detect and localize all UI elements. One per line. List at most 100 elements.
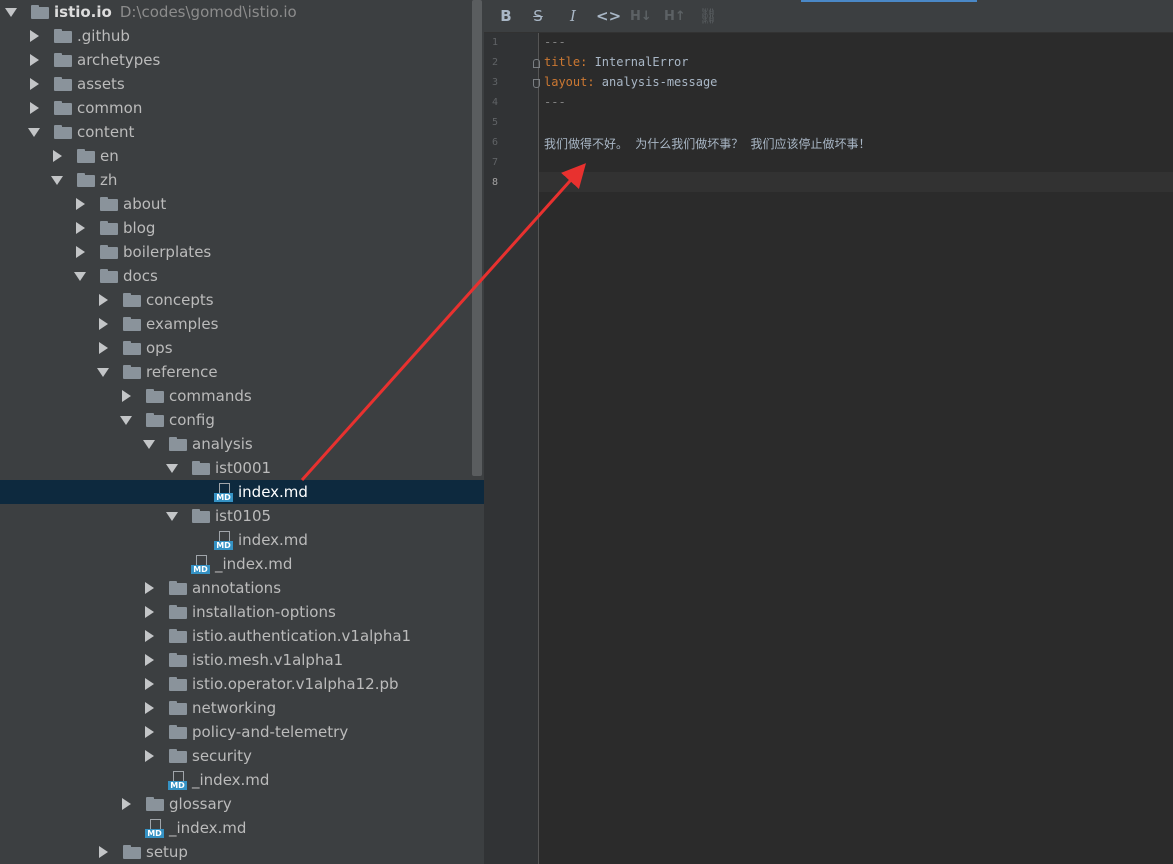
expand-arrow-icon[interactable] [142, 744, 156, 768]
tree-folder-item[interactable]: istio.mesh.v1alpha1 [0, 648, 484, 672]
tree-folder-item[interactable]: ist0105 [0, 504, 484, 528]
tree-file-item[interactable]: MD _index.md [0, 552, 484, 576]
tree-folder-item[interactable]: zh [0, 168, 484, 192]
expand-arrow-icon[interactable] [96, 288, 110, 312]
expand-arrow-icon[interactable] [27, 96, 41, 120]
collapse-arrow-icon[interactable] [165, 504, 179, 528]
expand-arrow-icon[interactable] [96, 336, 110, 360]
md-badge: MD [191, 564, 210, 574]
tree-folder-item[interactable]: commands [0, 384, 484, 408]
fold-marker-icon[interactable] [533, 59, 540, 68]
link-button[interactable]: ⛓ [698, 4, 718, 28]
strikethrough-button[interactable]: S [528, 4, 548, 28]
expand-arrow-icon[interactable] [27, 24, 41, 48]
tree-scrollbar-thumb[interactable] [472, 0, 482, 476]
tree-folder-item[interactable]: en [0, 144, 484, 168]
tree-folder-item[interactable]: ist0001 [0, 456, 484, 480]
tree-item-label: config [169, 411, 215, 429]
expand-arrow-icon[interactable] [119, 792, 133, 816]
tree-item-label: blog [123, 219, 156, 237]
collapse-arrow-icon[interactable] [50, 168, 64, 192]
code-line-text: --- [544, 95, 566, 109]
tree-folder-item[interactable]: setup [0, 840, 484, 864]
tree-folder-item[interactable]: examples [0, 312, 484, 336]
tree-file-item[interactable]: MD index.md [0, 480, 484, 504]
tree-folder-item[interactable]: security [0, 744, 484, 768]
active-tab-indicator [801, 0, 977, 2]
code-line[interactable]: --- [544, 35, 566, 49]
md-badge: MD [214, 540, 233, 550]
tree-folder-item[interactable]: policy-and-telemetry [0, 720, 484, 744]
expand-arrow-icon[interactable] [27, 72, 41, 96]
expand-arrow-icon[interactable] [142, 672, 156, 696]
code-line[interactable]: title: InternalError [544, 55, 689, 69]
expand-arrow-icon[interactable] [142, 648, 156, 672]
code-line[interactable]: --- [544, 95, 566, 109]
tree-root[interactable]: istio.io D:\codes\gomod\istio.io [0, 0, 484, 24]
code-line[interactable]: 我们做得不好。 为什么我们做坏事？ 我们应该停止做坏事！ [544, 135, 870, 152]
tree-folder-item[interactable]: istio.authentication.v1alpha1 [0, 624, 484, 648]
folder-icon [145, 412, 165, 428]
tree-folder-item[interactable]: boilerplates [0, 240, 484, 264]
tree-folder-item[interactable]: config [0, 408, 484, 432]
expand-arrow-icon[interactable] [73, 216, 87, 240]
line-number: 8 [491, 177, 498, 188]
header-down-button[interactable]: H↓ [630, 4, 652, 28]
expand-arrow-icon[interactable] [142, 624, 156, 648]
expand-arrow-icon[interactable] [96, 840, 110, 864]
tree-folder-item[interactable]: istio.operator.v1alpha12.pb [0, 672, 484, 696]
tree-file-item[interactable]: MD _index.md [0, 816, 484, 840]
tree-folder-item[interactable]: ops [0, 336, 484, 360]
tree-folder-item[interactable]: .github [0, 24, 484, 48]
tree-file-item[interactable]: MD _index.md [0, 768, 484, 792]
expand-arrow-icon[interactable] [142, 576, 156, 600]
project-tree[interactable]: istio.io D:\codes\gomod\istio.io .github… [0, 0, 484, 864]
tree-folder-item[interactable]: docs [0, 264, 484, 288]
collapse-arrow-icon[interactable] [96, 360, 110, 384]
expand-arrow-icon[interactable] [73, 192, 87, 216]
expand-arrow-icon[interactable] [96, 312, 110, 336]
markdown-file-icon: MD [214, 530, 234, 550]
expand-arrow-icon[interactable] [142, 600, 156, 624]
tree-folder-item[interactable]: installation-options [0, 600, 484, 624]
markdown-file-icon: MD [145, 818, 165, 838]
line-number-gutter: 1 2 3 4 5 6 7 8 [484, 33, 540, 864]
tree-folder-item[interactable]: glossary [0, 792, 484, 816]
expand-arrow-icon[interactable] [142, 720, 156, 744]
tree-folder-item[interactable]: concepts [0, 288, 484, 312]
tree-item-label: index.md [238, 483, 308, 501]
tree-folder-item[interactable]: common [0, 96, 484, 120]
tree-folder-item[interactable]: about [0, 192, 484, 216]
code-line[interactable]: layout: analysis-message [544, 75, 717, 89]
tree-item-label: istio.mesh.v1alpha1 [192, 651, 344, 669]
tree-folder-item[interactable]: assets [0, 72, 484, 96]
tree-folder-item[interactable]: archetypes [0, 48, 484, 72]
expand-arrow-icon[interactable] [50, 144, 64, 168]
expand-arrow-icon[interactable] [119, 384, 133, 408]
header-up-button[interactable]: H↑ [664, 4, 686, 28]
collapse-arrow-icon[interactable] [119, 408, 133, 432]
markdown-editor[interactable]: B S I <> H↓ H↑ ⛓ 1 2 3 4 5 6 7 8 --- title: Inte… [484, 0, 1173, 864]
root-folder-label: istio.io [54, 3, 112, 21]
bold-button[interactable]: B [496, 4, 516, 28]
collapse-arrow-icon[interactable] [27, 120, 41, 144]
code-button[interactable]: <> [596, 4, 621, 28]
italic-button[interactable]: I [563, 4, 583, 28]
expand-arrow-icon[interactable] [27, 48, 41, 72]
tree-folder-item[interactable]: analysis [0, 432, 484, 456]
tree-folder-item[interactable]: annotations [0, 576, 484, 600]
tree-folder-item[interactable]: networking [0, 696, 484, 720]
tree-item-label: installation-options [192, 603, 336, 621]
expand-arrow-icon[interactable] [142, 696, 156, 720]
tree-file-item[interactable]: MD index.md [0, 528, 484, 552]
folder-icon [191, 460, 211, 476]
collapse-arrow-icon[interactable] [165, 456, 179, 480]
fold-marker-icon[interactable] [533, 79, 540, 88]
tree-folder-item[interactable]: content [0, 120, 484, 144]
collapse-arrow-icon[interactable] [73, 264, 87, 288]
tree-folder-item[interactable]: reference [0, 360, 484, 384]
tree-folder-item[interactable]: blog [0, 216, 484, 240]
expand-arrow-icon[interactable] [73, 240, 87, 264]
expand-arrow-icon[interactable] [4, 0, 18, 24]
collapse-arrow-icon[interactable] [142, 432, 156, 456]
